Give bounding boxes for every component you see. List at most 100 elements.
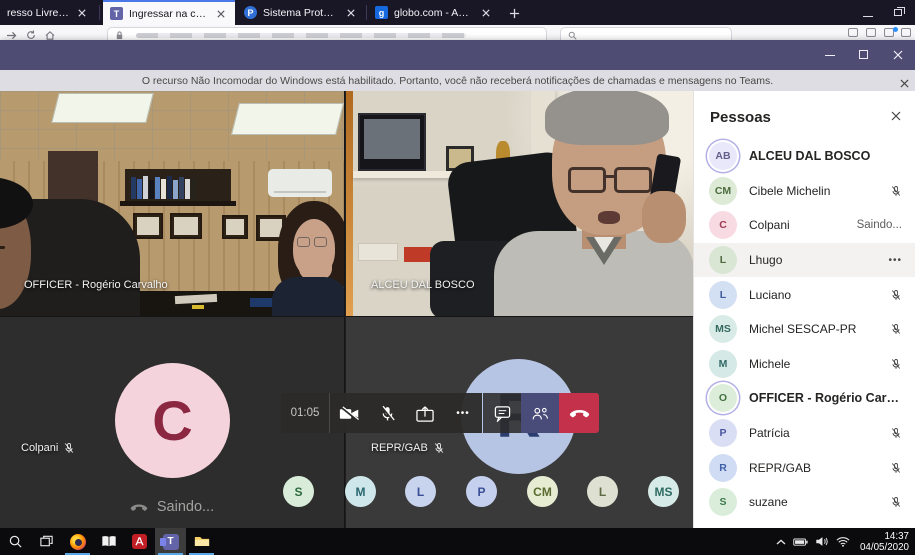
minimize-button[interactable] xyxy=(813,40,847,70)
participant-name: Cibele Michelin xyxy=(749,183,831,198)
participant-name: ALCEU DAL BOSCO xyxy=(749,149,871,164)
tab-close-icon[interactable] xyxy=(214,7,228,21)
extension-icon[interactable] xyxy=(866,28,876,37)
woman-body xyxy=(272,277,344,316)
extension-icon[interactable] xyxy=(848,28,858,37)
camera-off-icon xyxy=(339,405,359,421)
call-timer: 01:05 xyxy=(281,393,330,433)
avatar-initial: C xyxy=(152,389,193,452)
hangup-icon xyxy=(569,409,589,417)
taskbar-firefox[interactable] xyxy=(62,528,93,555)
participant-avatar[interactable]: L xyxy=(587,476,618,507)
participant-avatar[interactable]: M xyxy=(345,476,376,507)
participant-avatar[interactable]: MS xyxy=(648,476,679,507)
participant-name-label: REPR/GAB xyxy=(371,442,445,454)
url-text-blur xyxy=(136,33,466,38)
participant-row[interactable]: M Michele xyxy=(694,347,915,382)
participant-avatar[interactable]: S xyxy=(283,476,314,507)
firefox-icon xyxy=(69,533,86,550)
participant-name: Michel SESCAP-PR xyxy=(749,322,857,337)
volume-icon[interactable] xyxy=(815,536,829,547)
avatar: L xyxy=(709,246,737,275)
browser-minimize-button[interactable] xyxy=(863,8,875,18)
task-view-icon xyxy=(40,535,53,547)
teams-titlebar[interactable] xyxy=(0,40,915,70)
tab-close-icon[interactable] xyxy=(75,6,89,20)
video-stage: OFFICER - Rogério Carvalho ALCEU DAL BOS… xyxy=(0,91,693,528)
participant-row-hovered[interactable]: L Lhugo ••• xyxy=(694,242,915,278)
tray-chevron-icon[interactable] xyxy=(776,539,786,545)
participant-row[interactable]: L Luciano xyxy=(694,277,915,312)
wall-frame xyxy=(133,213,163,239)
tab-close-icon[interactable] xyxy=(479,6,493,20)
avatar: MS xyxy=(709,315,737,344)
wall-frame xyxy=(222,215,248,239)
more-options-button[interactable]: ••• xyxy=(444,393,482,433)
participant-avatar[interactable]: L xyxy=(405,476,436,507)
wifi-icon[interactable] xyxy=(836,536,850,547)
sidebar-icon[interactable] xyxy=(901,28,911,37)
participant-avatar[interactable]: CM xyxy=(527,476,558,507)
participant-name: REPR/GAB xyxy=(749,460,812,475)
share-screen-button[interactable] xyxy=(406,393,444,433)
participant-row[interactable]: O OFFICER - Rogério Carvalho xyxy=(694,381,915,416)
system-tray: 14:37 04/05/2020 xyxy=(776,528,915,555)
chat-button[interactable] xyxy=(483,393,521,433)
taskbar-teams[interactable]: T xyxy=(155,528,186,555)
tab-title: globo.com - Absolutamente tu xyxy=(394,6,473,19)
participant-row[interactable]: CM Cibele Michelin xyxy=(694,174,915,209)
taskbar-clock[interactable]: 14:37 04/05/2020 xyxy=(857,531,909,553)
man-mouth xyxy=(598,211,620,224)
mic-off-icon xyxy=(891,462,901,473)
participant-row[interactable]: S suzane xyxy=(694,485,915,520)
glasses xyxy=(568,167,606,193)
chat-icon xyxy=(494,405,510,422)
video-tile-alceu[interactable]: ALCEU DAL BOSCO xyxy=(346,91,693,316)
video-tile-officer[interactable]: OFFICER - Rogério Carvalho xyxy=(0,91,345,316)
close-button[interactable] xyxy=(881,40,915,70)
show-participants-button[interactable] xyxy=(521,393,559,433)
new-tab-button[interactable] xyxy=(505,4,523,22)
avatar: AB xyxy=(709,142,737,171)
tab-teams-active[interactable]: T Ingressar na conversa xyxy=(103,0,235,25)
wall-frame xyxy=(170,213,202,239)
call-timer-text: 01:05 xyxy=(290,407,320,419)
participant-avatar[interactable]: P xyxy=(466,476,497,507)
participant-row[interactable]: MS Michel SESCAP-PR xyxy=(694,312,915,347)
taskbar-explorer[interactable] xyxy=(186,528,217,555)
mic-off-icon xyxy=(65,443,74,453)
participant-row[interactable]: P Patrícia xyxy=(694,416,915,451)
protocolo-favicon: P xyxy=(244,6,257,19)
participant-name: Colpani xyxy=(21,442,59,454)
camera-toggle-button[interactable] xyxy=(330,393,368,433)
participant-status: Saindo... xyxy=(856,219,902,232)
tab-expresso[interactable]: resso Livre [Expresso Mail] xyxy=(0,0,96,25)
taskbar-search-button[interactable] xyxy=(0,528,31,555)
taskbar-acrobat[interactable] xyxy=(124,528,155,555)
hang-up-button[interactable] xyxy=(559,393,599,433)
tab-title: Sistema Protocolo Integrado xyxy=(263,6,338,19)
participant-row[interactable]: AB ALCEU DAL BOSCO xyxy=(694,139,915,174)
participant-row[interactable]: C Colpani Saindo... xyxy=(694,208,915,243)
task-view-button[interactable] xyxy=(31,528,62,555)
tab-close-icon[interactable] xyxy=(344,6,358,20)
screen: resso Livre [Expresso Mail] T Ingressar … xyxy=(0,0,915,555)
book-icon xyxy=(101,536,116,547)
mic-toggle-button[interactable] xyxy=(368,393,406,433)
people-panel-close-icon[interactable] xyxy=(891,108,901,126)
man-body xyxy=(0,177,140,316)
participant-row[interactable]: R REPR/GAB xyxy=(694,450,915,485)
mic-off-icon xyxy=(891,428,901,438)
taskbar-reader-app[interactable] xyxy=(93,528,124,555)
row-more-menu-icon[interactable]: ••• xyxy=(888,255,902,266)
maximize-button[interactable] xyxy=(847,40,881,70)
people-panel-header: Pessoas xyxy=(694,91,915,136)
battery-icon[interactable] xyxy=(793,537,808,547)
browser-restore-button[interactable] xyxy=(893,7,905,18)
tab-globo[interactable]: g globo.com - Absolutamente tu xyxy=(368,0,500,25)
avatar: O xyxy=(709,384,737,413)
people-icon xyxy=(532,407,548,419)
search-icon xyxy=(9,535,22,548)
overflow-participants-row: S M L P CM L MS xyxy=(0,476,693,508)
tab-protocolo[interactable]: P Sistema Protocolo Integrado xyxy=(237,0,365,25)
